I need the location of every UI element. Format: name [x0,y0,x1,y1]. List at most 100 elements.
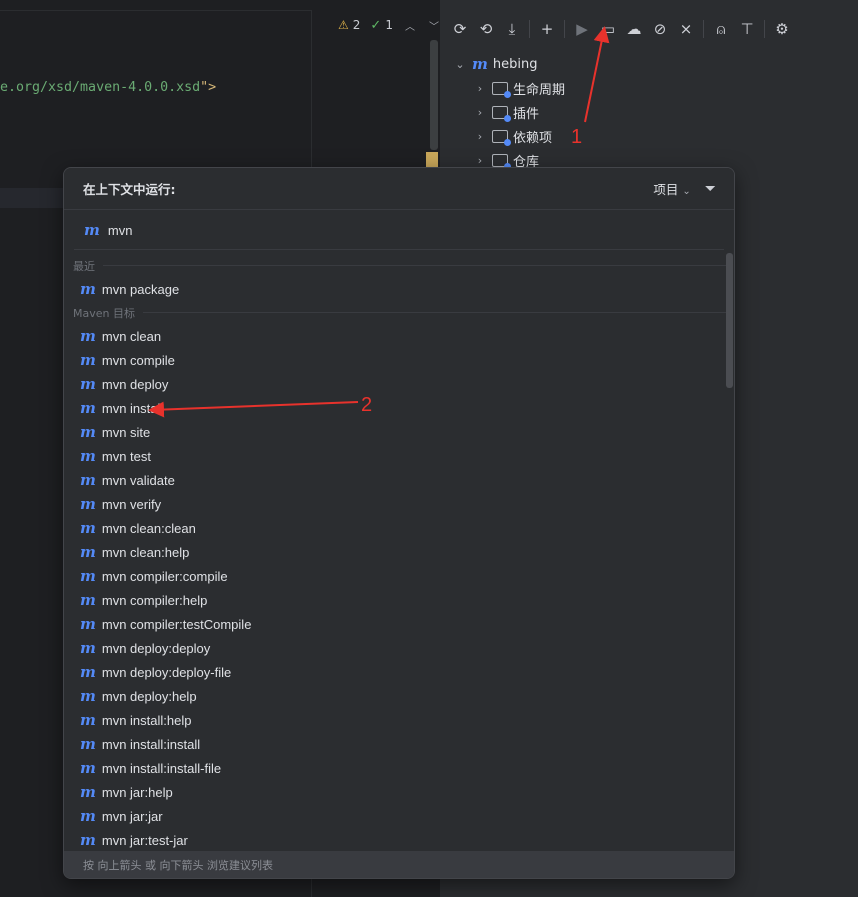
maven-m-icon: m [80,327,96,345]
code-line[interactable]: e.org/xsd/maven-4.0.0.xsd"> [0,80,216,95]
maven-m-icon: m [80,567,96,585]
previous-highlight-icon[interactable]: ︿ [405,18,415,33]
maven-m-icon: m [80,735,96,753]
toolbar-separator [703,20,704,38]
maven-m-icon: m [80,471,96,489]
warning-icon: ⚠ [338,18,349,32]
maven-m-icon: m [84,221,100,239]
reload-folder-icon[interactable]: ⟲ [473,16,499,42]
command-label: mvn deploy:deploy-file [101,664,232,680]
maven-goal-item[interactable]: m mvn clean:clean [64,516,734,540]
maven-m-icon: m [80,375,96,393]
tree-item-label: 依赖项 [513,130,553,146]
weak-warning-count: 1 [385,18,393,32]
maven-m-icon: m [80,711,96,729]
align-icon[interactable]: ⊤ [734,16,760,42]
section-divider [142,312,726,313]
maven-m-icon: m [80,759,96,777]
maven-m-icon: m [80,519,96,537]
command-label: mvn clean:help [101,544,190,560]
maven-goal-item[interactable]: m mvn install:help [64,708,734,732]
chevron-right-icon[interactable]: › [473,106,487,119]
maven-goal-item[interactable]: m mvn site [64,420,734,444]
chevron-right-icon[interactable]: › [473,82,487,95]
recent-command-item[interactable]: m mvn package [64,277,734,301]
command-label: mvn compiler:testCompile [101,616,252,632]
maven-goal-item[interactable]: m mvn verify [64,492,734,516]
popup-title: 在上下文中运行: [83,182,176,197]
command-input[interactable] [107,222,308,238]
maven-project-tree: ⌄ m hebing › 生命周期 › 插件 › 依赖项 › 仓库 [453,52,565,172]
maven-goal-item[interactable]: m mvn test [64,444,734,468]
command-label: mvn compiler:compile [101,568,228,584]
next-highlight-icon[interactable]: ﹀ [429,18,439,33]
folder-repositories-icon [492,153,511,170]
command-label: mvn jar:jar [101,808,163,824]
execute-goal-icon[interactable]: ▭ [595,16,621,42]
maven-goal-item[interactable]: m mvn compiler:compile [64,564,734,588]
tree-item-label: 生命周期 [513,82,566,98]
maven-goal-item[interactable]: m mvn deploy:deploy-file [64,660,734,684]
list-scrollbar[interactable] [726,253,733,388]
run-icon[interactable]: ▶ [569,16,595,42]
skip-tests-icon[interactable]: ⊘ [647,16,673,42]
maven-m-icon: m [80,423,96,441]
maven-goal-item[interactable]: m mvn deploy:deploy [64,636,734,660]
scope-selector[interactable]: 项目 ⌄ [653,179,690,198]
collapse-icon[interactable]: ⨯ [673,16,699,42]
run-anything-popup: 在上下文中运行: 项目 ⌄ ⏷ m 最近 m mvn package Maven … [63,167,735,879]
maven-goal-item[interactable]: m mvn compiler:help [64,588,734,612]
editor-divider [0,10,312,11]
suggestion-list: 最近 m mvn package Maven 目标 m mvn clean m mvn … [64,254,734,850]
maven-goal-item[interactable]: m mvn install:install [64,732,734,756]
section-header-recent: 最近 [64,254,734,277]
chevron-down-icon[interactable]: ⌄ [453,58,467,71]
inspection-widget[interactable]: ⚠ 2 ✓ 1 ︿ ﹀ [338,16,439,34]
maven-goal-item[interactable]: m mvn jar:jar [64,804,734,828]
command-label: mvn install:install-file [101,760,222,776]
chevron-right-icon[interactable]: › [473,130,487,143]
tree-item-label: hebing [492,56,538,72]
weak-warning-icon: ✓ [370,17,382,33]
maven-m-icon: m [80,807,96,825]
maven-goal-item[interactable]: m mvn compile [64,348,734,372]
maven-goal-item[interactable]: m mvn deploy [64,372,734,396]
chevron-right-icon[interactable]: › [473,154,487,167]
section-label: 最近 [73,259,95,273]
maven-goal-item[interactable]: m mvn jar:help [64,780,734,804]
maven-toolbar: ⟳ ⟲ ⤓ + ▶ ▭ ☁ ⊘ ⨯ ⍝ ⊤ ⚙ [441,14,795,44]
annotation-label-2: 2 [361,394,373,416]
folder-lifecycle-icon [492,81,511,98]
command-label: mvn install:help [101,712,192,728]
maven-goal-item[interactable]: m mvn install [64,396,734,420]
editor-scrollbar[interactable] [430,40,438,150]
command-label: mvn validate [101,472,175,488]
command-label: mvn deploy [101,376,169,392]
add-icon[interactable]: + [534,16,560,42]
maven-goal-item[interactable]: m mvn validate [64,468,734,492]
maven-goal-item[interactable]: m mvn jar:test-jar [64,828,734,850]
filter-icon[interactable]: ⏷ [705,181,716,197]
maven-m-icon: m [80,351,96,369]
maven-goal-item[interactable]: m mvn clean:help [64,540,734,564]
maven-goal-item[interactable]: m mvn install:install-file [64,756,734,780]
reload-icon[interactable]: ⟳ [447,16,473,42]
maven-goal-item[interactable]: m mvn clean [64,324,734,348]
code-tag-end: "> [200,80,217,95]
command-label: mvn clean [101,328,162,344]
warning-count: 2 [352,18,361,32]
tree-item-lifecycle[interactable]: › 生命周期 [453,76,565,100]
show-dependencies-icon[interactable]: ⍝ [708,16,734,42]
maven-goal-item[interactable]: m mvn compiler:testCompile [64,612,734,636]
maven-goal-item[interactable]: m mvn deploy:help [64,684,734,708]
offline-icon[interactable]: ☁ [621,16,647,42]
maven-m-icon: m [80,615,96,633]
editor-scroll-marker[interactable] [426,152,438,168]
tree-item-dependencies[interactable]: › 依赖项 [453,124,565,148]
popup-header-controls: 项目 ⌄ ⏷ [653,179,716,198]
download-icon[interactable]: ⤓ [499,16,525,42]
maven-m-icon: m [80,591,96,609]
settings-icon[interactable]: ⚙ [769,16,795,42]
tree-item-project[interactable]: ⌄ m hebing [453,52,565,76]
tree-item-plugins[interactable]: › 插件 [453,100,565,124]
